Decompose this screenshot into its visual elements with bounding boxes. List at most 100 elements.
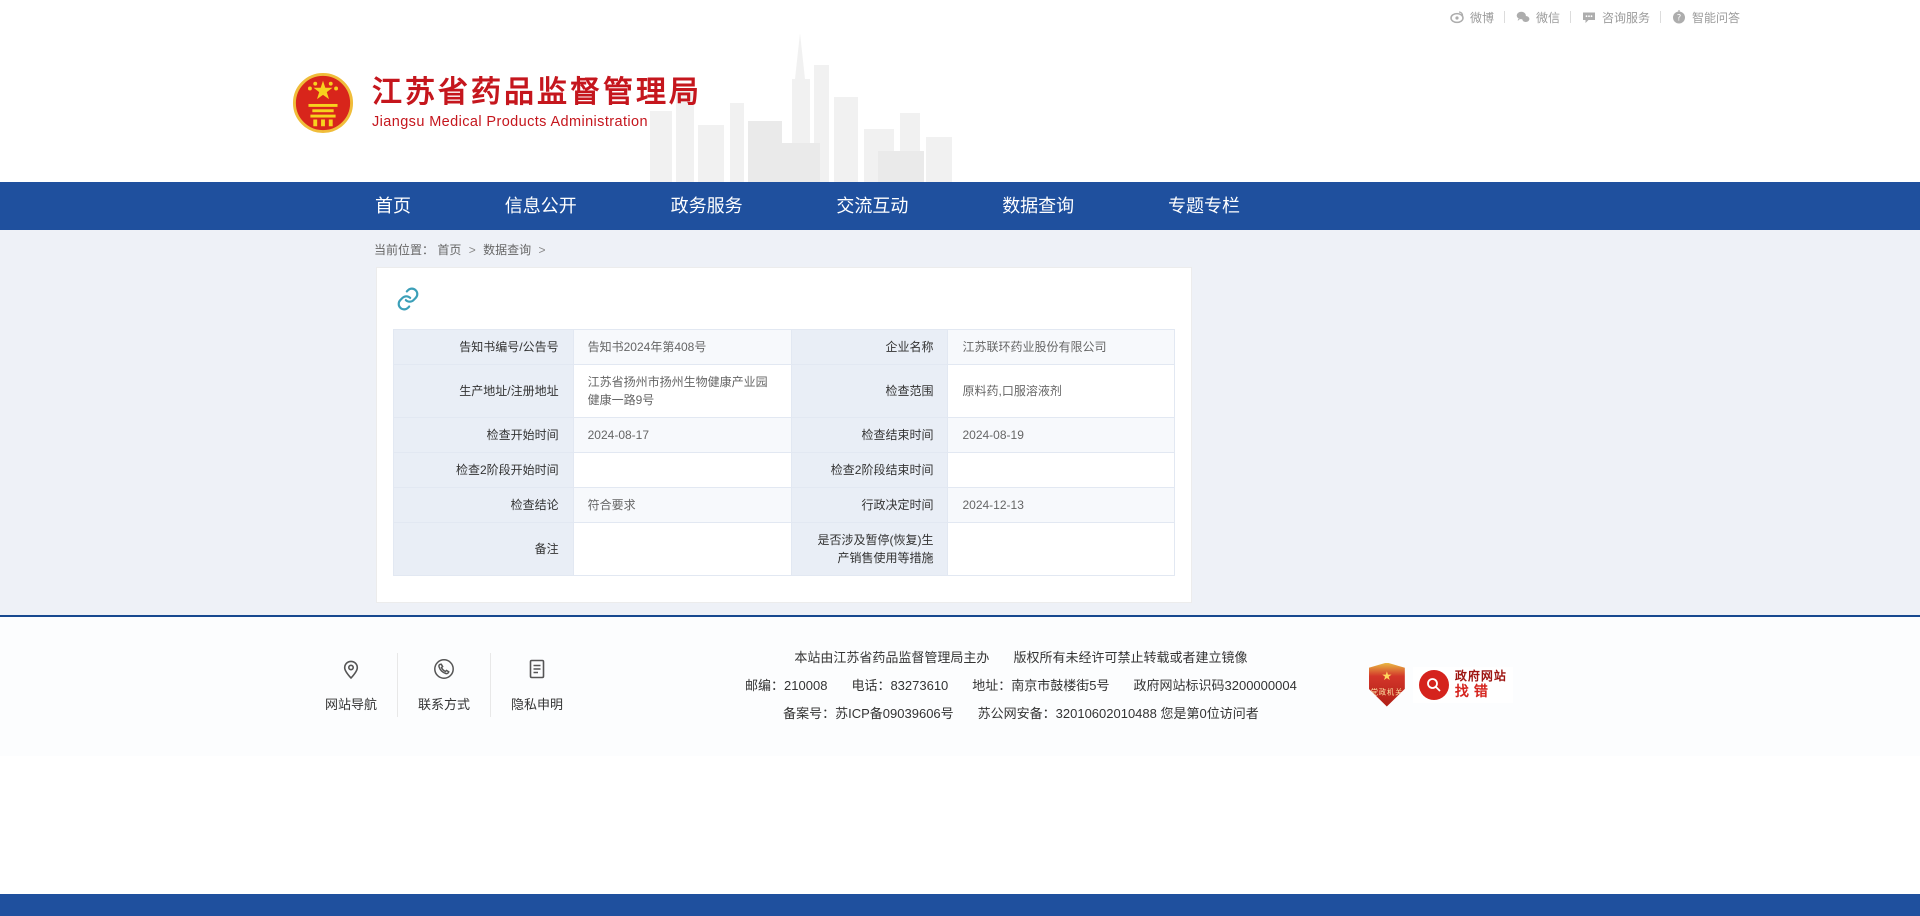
phone-icon (432, 657, 456, 684)
field-value: 原料药,口服溶液剂 (948, 365, 1175, 418)
address: 地址：南京市鼓楼街5号 (972, 675, 1109, 694)
gov-site-error-line1: 政府网站 (1455, 670, 1507, 684)
field-label: 行政决定时间 (792, 488, 948, 523)
gov-site-error-line2: 找错 (1455, 683, 1507, 699)
map-pin-icon (339, 657, 363, 684)
field-value: 江苏联环药业股份有限公司 (948, 330, 1175, 365)
field-value (573, 453, 792, 488)
star-icon: ★ (1381, 670, 1392, 682)
brand-text: 江苏省药品监督管理局 Jiangsu Medical Products Admi… (372, 76, 702, 131)
copyright-statement: 版权所有未经许可禁止转载或者建立镜像 (1013, 647, 1247, 666)
brand: 江苏省药品监督管理局 Jiangsu Medical Products Admi… (292, 72, 702, 134)
breadcrumb-separator: > (469, 243, 476, 257)
topbar: 微博 微信 咨询服务 ? 智能问答 (0, 0, 1920, 34)
footer-links: 网站导航 联系方式 隐私申明 (305, 653, 583, 717)
party-gov-badge-label: 党政机关 (1371, 687, 1403, 697)
gov-site-error-badge[interactable]: 政府网站 找错 (1413, 667, 1513, 703)
nav-item-data-query[interactable]: 数据查询 (992, 182, 1084, 230)
table-row: 检查开始时间 2024-08-17 检查结束时间 2024-08-19 (394, 418, 1175, 453)
national-emblem-logo (292, 72, 354, 134)
breadcrumb-separator: > (538, 243, 545, 257)
contact-label: 联系方式 (418, 694, 470, 713)
field-value: 2024-08-17 (573, 418, 792, 453)
field-label: 检查开始时间 (394, 418, 574, 453)
field-label: 告知书编号/公告号 (394, 330, 574, 365)
field-label: 企业名称 (792, 330, 948, 365)
table-row: 检查2阶段开始时间 检查2阶段结束时间 (394, 453, 1175, 488)
consult-service-label: 咨询服务 (1602, 9, 1650, 26)
field-value (948, 453, 1175, 488)
postal-code: 邮编：210008 (745, 675, 827, 694)
contact-link[interactable]: 联系方式 (397, 653, 490, 717)
field-value: 江苏省扬州市扬州生物健康产业园健康一路9号 (573, 365, 792, 418)
weibo-link[interactable]: 微博 (1449, 9, 1494, 26)
field-label: 生产地址/注册地址 (394, 365, 574, 418)
table-row: 告知书编号/公告号 告知书2024年第408号 企业名称 江苏联环药业股份有限公… (394, 330, 1175, 365)
nav-item-interaction[interactable]: 交流互动 (826, 182, 918, 230)
wechat-link[interactable]: 微信 (1515, 9, 1560, 26)
site-header: 江苏省药品监督管理局 Jiangsu Medical Products Admi… (0, 34, 1920, 182)
topbar-separator (1570, 11, 1571, 23)
smart-qa-label: 智能问答 (1692, 9, 1740, 26)
wechat-label: 微信 (1536, 9, 1560, 26)
svg-text:?: ? (1677, 14, 1682, 24)
smart-qa-link[interactable]: ? 智能问答 (1671, 9, 1740, 26)
site-map-link[interactable]: 网站导航 (305, 653, 397, 717)
main-nav: 首页 信息公开 政务服务 交流互动 数据查询 专题专栏 (0, 182, 1920, 230)
field-label: 检查范围 (792, 365, 948, 418)
field-label: 检查2阶段开始时间 (394, 453, 574, 488)
table-row: 检查结论 符合要求 行政决定时间 2024-12-13 (394, 488, 1175, 523)
nav-item-info-disclosure[interactable]: 信息公开 (495, 182, 587, 230)
public-security-number: 苏公网安备：32010602010488 您是第0位访问者 (978, 703, 1259, 722)
phone-number: 电话：83273610 (851, 675, 948, 694)
privacy-label: 隐私申明 (511, 694, 563, 713)
field-value (948, 523, 1175, 576)
page: 微博 微信 咨询服务 ? 智能问答 (0, 0, 1920, 916)
weibo-label: 微博 (1470, 9, 1494, 26)
footer-badges: ★ 党政机关 政府网站 找错 (1369, 663, 1513, 707)
bottom-bar (0, 894, 1920, 916)
table-row: 备注 是否涉及暂停(恢复)生产销售使用等措施 (394, 523, 1175, 576)
bottom-whitespace (0, 756, 1920, 894)
host-statement: 本站由江苏省药品监督管理局主办 (794, 647, 989, 666)
topbar-separator (1504, 11, 1505, 23)
nav-item-special-topics[interactable]: 专题专栏 (1158, 182, 1250, 230)
site-subtitle: Jiangsu Medical Products Administration (372, 114, 702, 130)
nav-item-gov-services[interactable]: 政务服务 (661, 182, 753, 230)
field-value: 2024-12-13 (948, 488, 1175, 523)
magnifier-icon (1419, 670, 1449, 700)
field-value: 告知书2024年第408号 (573, 330, 792, 365)
nav-item-home[interactable]: 首页 (365, 182, 421, 230)
breadcrumb-prefix: 当前位置： (374, 243, 434, 257)
site-title: 江苏省药品监督管理局 (372, 76, 702, 111)
footer-line-2: 邮编：210008 电话：83273610 地址：南京市鼓楼街5号 政府网站标识… (733, 675, 1309, 694)
wechat-icon (1515, 9, 1531, 25)
field-value: 2024-08-19 (948, 418, 1175, 453)
privacy-link[interactable]: 隐私申明 (490, 653, 583, 717)
field-label: 是否涉及暂停(恢复)生产销售使用等措施 (792, 523, 948, 576)
chat-bubble-icon (1581, 9, 1597, 25)
nav-list: 首页 信息公开 政务服务 交流互动 数据查询 专题专栏 (365, 182, 1250, 230)
footer: 网站导航 联系方式 隐私申明 本站由江苏省药品监督管理局主办 (0, 617, 1920, 756)
footer-line-1: 本站由江苏省药品监督管理局主办 版权所有未经许可禁止转载或者建立镜像 (733, 647, 1309, 666)
document-icon (525, 657, 549, 684)
weibo-icon (1449, 9, 1465, 25)
table-row: 生产地址/注册地址 江苏省扬州市扬州生物健康产业园健康一路9号 检查范围 原料药… (394, 365, 1175, 418)
consult-service-link[interactable]: 咨询服务 (1581, 9, 1650, 26)
inspection-detail-card: 告知书编号/公告号 告知书2024年第408号 企业名称 江苏联环药业股份有限公… (376, 267, 1192, 603)
field-value: 符合要求 (573, 488, 792, 523)
breadcrumb: 当前位置： 首页 > 数据查询 > (360, 230, 1560, 267)
footer-line-3: 备案号：苏ICP备09039606号 苏公网安备：32010602010488 … (733, 703, 1309, 722)
field-label: 检查结论 (394, 488, 574, 523)
party-gov-badge[interactable]: ★ 党政机关 (1369, 663, 1405, 707)
link-icon (395, 286, 1175, 317)
field-label: 检查2阶段结束时间 (792, 453, 948, 488)
field-value (573, 523, 792, 576)
breadcrumb-home-link[interactable]: 首页 (437, 243, 461, 257)
topbar-separator (1660, 11, 1661, 23)
content-section: 当前位置： 首页 > 数据查询 > 告知书编号/公告号 (0, 230, 1920, 615)
robot-qa-icon: ? (1671, 9, 1687, 25)
breadcrumb-data-query-link[interactable]: 数据查询 (483, 243, 531, 257)
icp-number: 备案号：苏ICP备09039606号 (783, 703, 954, 722)
gov-site-error-text: 政府网站 找错 (1455, 670, 1507, 700)
